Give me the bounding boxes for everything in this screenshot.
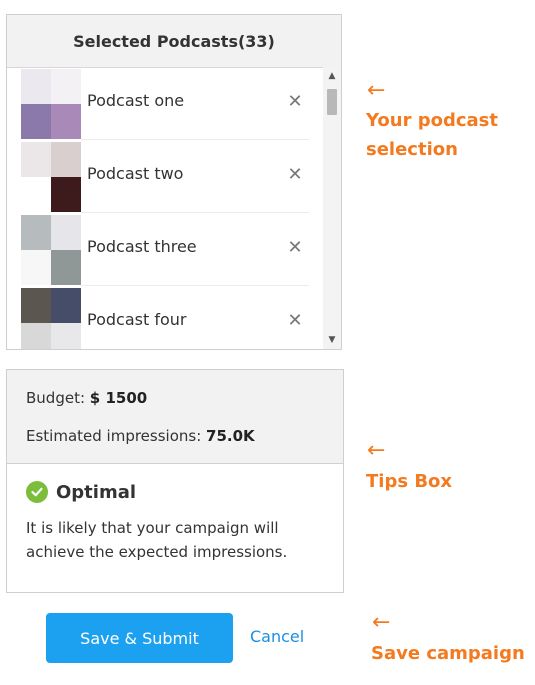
thumbnail-tile <box>51 142 81 177</box>
podcast-thumbnail <box>21 288 81 349</box>
podcast-name: Podcast three <box>87 237 197 256</box>
selected-podcasts-panel: Selected Podcasts(33) Podcast one ✕ Podcas… <box>6 14 342 350</box>
scroll-up-arrow-icon[interactable]: ▲ <box>323 69 341 83</box>
podcast-name: Podcast four <box>87 310 187 329</box>
scroll-thumb[interactable] <box>327 89 337 115</box>
remove-podcast-close-icon[interactable]: ✕ <box>283 235 307 259</box>
remove-podcast-close-icon[interactable]: ✕ <box>283 308 307 332</box>
podcast-thumbnail <box>21 215 81 285</box>
podcast-list[interactable]: Podcast one ✕ Podcast two ✕ Podcast three ✕ Po… <box>7 67 341 349</box>
podcast-list-item: Podcast two ✕ <box>7 140 323 213</box>
thumbnail-tile <box>51 69 81 104</box>
tips-box: Budget: $ 1500 Estimated impressions: 75… <box>6 369 344 593</box>
thumbnail-tile <box>51 104 81 139</box>
podcast-list-item: Podcast one ✕ <box>7 67 323 140</box>
left-arrow-icon: ← <box>367 438 386 463</box>
thumbnail-tile <box>51 323 81 349</box>
thumbnail-tile <box>51 288 81 323</box>
scrollbar[interactable]: ▲ ▼ <box>323 67 341 349</box>
thumbnail-tile <box>21 142 51 177</box>
thumbnail-tile <box>21 104 51 139</box>
thumbnail-tile <box>51 215 81 250</box>
remove-podcast-close-icon[interactable]: ✕ <box>283 162 307 186</box>
podcast-list-item: Podcast four ✕ <box>7 286 323 349</box>
cancel-link[interactable]: Cancel <box>250 627 304 646</box>
budget-line: Budget: $ 1500 <box>26 389 147 407</box>
thumbnail-tile <box>21 177 51 212</box>
podcast-name: Podcast one <box>87 91 185 110</box>
save-submit-button[interactable]: Save & Submit <box>46 613 233 663</box>
podcast-name: Podcast two <box>87 164 184 183</box>
podcast-thumbnail <box>21 142 81 212</box>
budget-label: Budget: <box>26 389 86 407</box>
budget-summary: Budget: $ 1500 Estimated impressions: 75… <box>7 370 343 464</box>
left-arrow-icon: ← <box>372 610 391 635</box>
thumbnail-tile <box>21 69 51 104</box>
thumbnail-tile <box>21 250 51 285</box>
annotation-save: Save campaign <box>371 643 525 664</box>
tip-message: It is likely that your campaign will ach… <box>26 519 288 561</box>
panel-title: Selected Podcasts(33) <box>7 15 341 68</box>
budget-value: $ 1500 <box>89 389 148 407</box>
thumbnail-tile <box>21 215 51 250</box>
scroll-down-arrow-icon[interactable]: ▼ <box>323 333 341 347</box>
remove-podcast-close-icon[interactable]: ✕ <box>283 89 307 113</box>
annotation-selection: Your podcast selection <box>366 110 498 160</box>
check-circle-icon <box>26 481 48 503</box>
status-indicator: Optimal <box>26 481 136 503</box>
thumbnail-tile <box>21 288 51 323</box>
podcast-thumbnail <box>21 69 81 139</box>
thumbnail-tile <box>51 177 81 212</box>
impressions-label: Estimated impressions: <box>26 427 202 445</box>
thumbnail-tile <box>51 250 81 285</box>
annotation-tips: Tips Box <box>366 471 453 492</box>
left-arrow-icon: ← <box>367 78 386 103</box>
status-label: Optimal <box>56 481 137 503</box>
impressions-value: 75.0K <box>206 427 255 445</box>
podcast-list-item: Podcast three ✕ <box>7 213 323 286</box>
thumbnail-tile <box>21 323 51 349</box>
impressions-line: Estimated impressions: 75.0K <box>26 427 255 445</box>
